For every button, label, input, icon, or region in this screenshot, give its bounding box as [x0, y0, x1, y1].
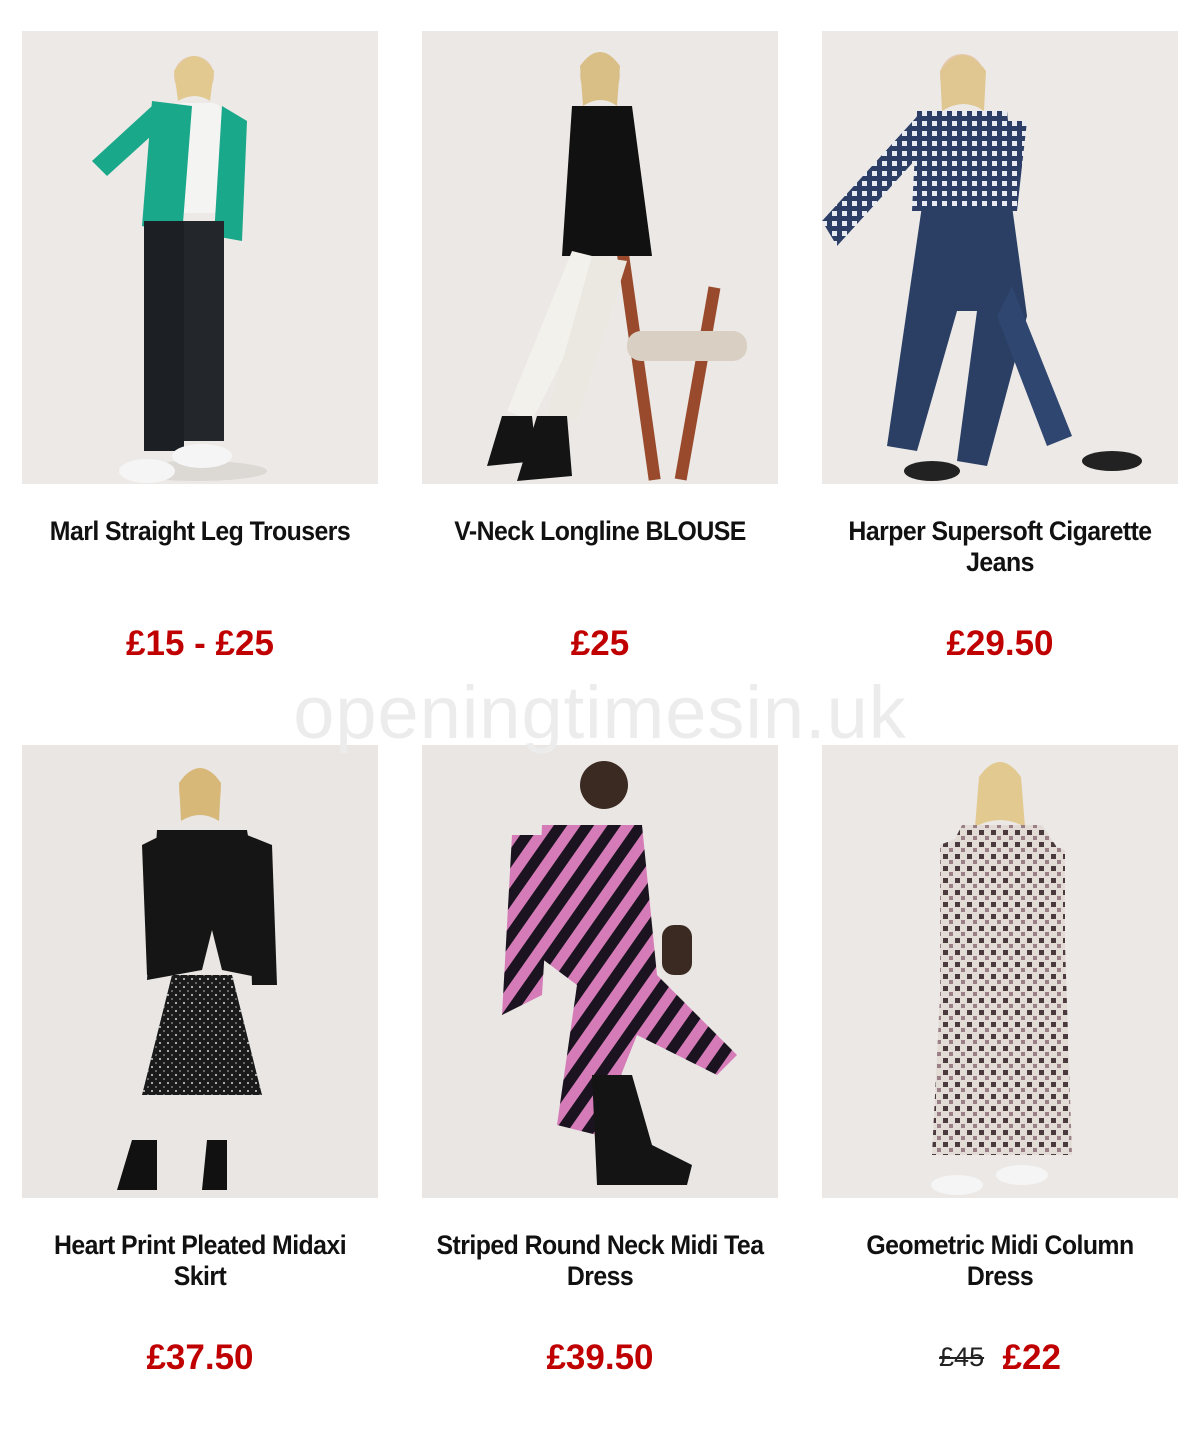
product-card[interactable]: Heart Print Pleated Midaxi Skirt £37.50: [22, 745, 378, 1378]
product-price: £25: [570, 624, 630, 663]
product-photo: [422, 745, 778, 1198]
product-title[interactable]: Marl Straight Leg Trousers: [36, 516, 364, 578]
product-price: £22: [1002, 1338, 1061, 1377]
product-price: £15 - £25: [126, 624, 274, 663]
product-title[interactable]: Harper Supersoft Cigarette Jeans: [836, 516, 1164, 578]
price-row: £15 - £25: [22, 624, 378, 664]
price-row: £37.50: [22, 1338, 378, 1378]
product-image[interactable]: [422, 745, 778, 1198]
product-image[interactable]: [22, 745, 378, 1198]
product-card[interactable]: Geometric Midi Column Dress £45 £22: [822, 745, 1178, 1378]
product-card[interactable]: Harper Supersoft Cigarette Jeans £29.50: [822, 31, 1178, 664]
product-image[interactable]: [422, 31, 778, 484]
product-photo: [22, 745, 378, 1198]
product-old-price: £45: [939, 1342, 985, 1372]
product-grid: Marl Straight Leg Trousers £15 - £25 V-N…: [0, 0, 1200, 1429]
product-image[interactable]: [22, 31, 378, 484]
product-card[interactable]: Striped Round Neck Midi Tea Dress £39.50: [422, 745, 778, 1378]
price-row: £29.50: [822, 624, 1178, 664]
product-price: £37.50: [146, 1338, 254, 1377]
product-title[interactable]: Geometric Midi Column Dress: [836, 1230, 1164, 1292]
product-photo: [422, 31, 778, 484]
product-photo: [22, 31, 378, 484]
price-row: £25: [422, 624, 778, 664]
product-image[interactable]: [822, 31, 1178, 484]
product-photo: [822, 31, 1178, 484]
product-title[interactable]: Striped Round Neck Midi Tea Dress: [436, 1230, 764, 1292]
product-price: £29.50: [946, 624, 1054, 663]
product-title[interactable]: V-Neck Longline BLOUSE: [436, 516, 764, 578]
product-photo: [822, 745, 1178, 1198]
product-price: £39.50: [546, 1338, 654, 1377]
product-card[interactable]: V-Neck Longline BLOUSE £25: [422, 31, 778, 664]
product-image[interactable]: [822, 745, 1178, 1198]
product-card[interactable]: Marl Straight Leg Trousers £15 - £25: [22, 31, 378, 664]
price-row: £45 £22: [822, 1338, 1178, 1378]
product-title[interactable]: Heart Print Pleated Midaxi Skirt: [36, 1230, 364, 1292]
price-row: £39.50: [422, 1338, 778, 1378]
